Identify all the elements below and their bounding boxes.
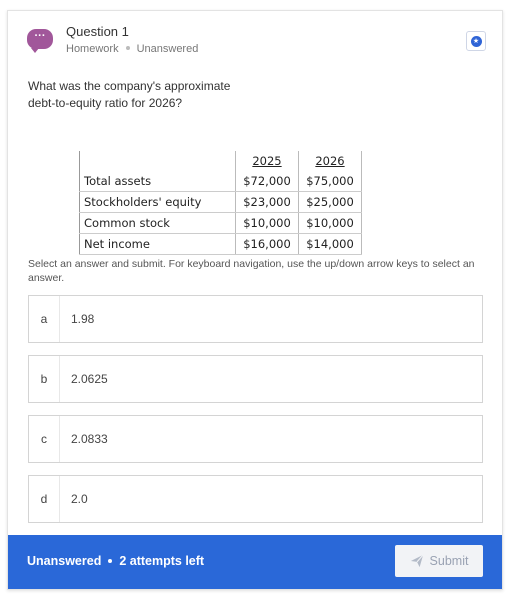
option-value: 2.0833 bbox=[71, 432, 108, 446]
question-meta: Homework Unanswered bbox=[66, 43, 198, 55]
submission-footer: Unanswered 2 attempts left Submit bbox=[8, 535, 502, 589]
answer-option-c[interactable]: c 2.0833 bbox=[28, 415, 483, 463]
option-value: 1.98 bbox=[71, 312, 95, 326]
option-letter: c bbox=[29, 416, 60, 462]
table-row: Net income $16,000 $14,000 bbox=[79, 233, 362, 255]
column-header-2025: 2025 bbox=[235, 151, 299, 171]
answer-option-b[interactable]: b 2.0625 bbox=[28, 355, 483, 403]
question-title: Question 1 bbox=[66, 24, 129, 39]
table-row: Total assets $72,000 $75,000 bbox=[79, 171, 362, 192]
answer-status: Unanswered bbox=[27, 554, 102, 568]
separator-dot bbox=[125, 46, 130, 51]
answer-option-a[interactable]: a 1.98 bbox=[28, 295, 483, 343]
answer-option-d[interactable]: d 2.0 bbox=[28, 475, 483, 523]
table-row: Common stock $10,000 $10,000 bbox=[79, 212, 362, 234]
option-letter: b bbox=[29, 356, 60, 402]
send-icon bbox=[410, 554, 424, 568]
question-prompt: What was the company's approximate debt-… bbox=[28, 79, 231, 110]
question-category: Homework bbox=[66, 43, 119, 55]
financial-table: 2025 2026 Total assets $72,000 $75,000 S… bbox=[79, 151, 362, 255]
chat-bubble-icon: ··· bbox=[27, 29, 53, 53]
question-status: Unanswered bbox=[136, 43, 199, 55]
question-card: ··· Question 1 Homework Unanswered ★ What… bbox=[7, 10, 503, 590]
attempt-status: Unanswered 2 attempts left bbox=[27, 554, 204, 568]
option-value: 2.0625 bbox=[71, 372, 108, 386]
separator-dot bbox=[108, 558, 113, 563]
submit-label: Submit bbox=[429, 554, 469, 568]
table-header-row: 2025 2026 bbox=[79, 151, 362, 171]
answer-instructions: Select an answer and submit. For keyboar… bbox=[28, 258, 475, 284]
column-header-2026: 2026 bbox=[298, 151, 362, 171]
option-letter: d bbox=[29, 476, 60, 522]
option-value: 2.0 bbox=[71, 492, 88, 506]
bookmark-icon: ★ bbox=[470, 35, 482, 47]
option-letter: a bbox=[29, 296, 60, 342]
attempts-left: 2 attempts left bbox=[119, 554, 205, 568]
bookmark-button[interactable]: ★ bbox=[466, 31, 486, 51]
table-row: Stockholders' equity $23,000 $25,000 bbox=[79, 191, 362, 213]
submit-button[interactable]: Submit bbox=[395, 545, 483, 577]
